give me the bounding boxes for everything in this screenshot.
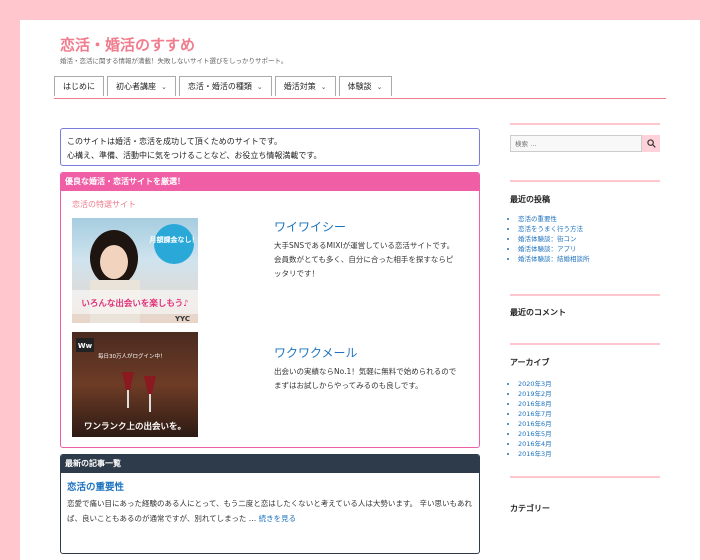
search-icon <box>646 139 656 148</box>
site-name-link[interactable]: ワクワクメール <box>274 344 474 361</box>
recent-post-link[interactable]: 恋活の重要性 <box>518 214 590 224</box>
main-content: このサイトは婚活・恋活を成功して頂くためのサイトです。 心構え、準備、活動中に気… <box>60 128 480 554</box>
banner-illustration: 月額課金なし！ いろんな出会いを楽しもう♪ YYC <box>72 224 199 323</box>
archives-title: アーカイブ <box>510 358 550 367</box>
chevron-down-icon: ⌄ <box>161 82 167 91</box>
desc-line: 出会いの実績ならNo.1！気軽に無料で始められるので <box>274 367 457 376</box>
recent-post-link[interactable]: 婚活体験談：結婚相談所 <box>518 254 590 264</box>
recent-posts-list: 恋活の重要性 恋活をうまく行う方法 婚活体験談：街コン 婚活体験談：アプリ 婚活… <box>510 214 590 264</box>
recent-post-link[interactable]: 婚活体験談：アプリ <box>518 244 590 254</box>
divider <box>510 180 660 182</box>
archive-link[interactable]: 2016年7月 <box>518 409 552 419</box>
nav-label: 体験談 <box>347 81 372 91</box>
archive-link[interactable]: 2016年4月 <box>518 439 552 449</box>
recent-post-link[interactable]: 恋活をうまく行う方法 <box>518 224 590 234</box>
nav-item-beginner[interactable]: 初心者講座 ⌄ <box>107 76 176 96</box>
chevron-down-icon: ⌄ <box>256 82 263 91</box>
read-more-link[interactable]: 続きを見る <box>259 514 297 523</box>
nav-label: 恋活・婚活の種類 <box>187 81 252 91</box>
nav-item-measures[interactable]: 婚活対策 ⌄ <box>274 76 336 96</box>
banner-logo: Ww <box>78 342 93 350</box>
intro-box: このサイトは婚活・恋活を成功して頂くためのサイトです。 心構え、準備、活動中に気… <box>60 128 480 166</box>
nav-item-hajimeni[interactable]: はじめに <box>54 76 104 96</box>
search-input[interactable] <box>510 135 642 152</box>
archives-list: 2020年3月 2019年2月 2016年8月 2016年7月 2016年6月 … <box>510 379 552 459</box>
intro-line: このサイトは婚活・恋活を成功して頂くためのサイトです。 <box>67 137 282 146</box>
nav-item-types[interactable]: 恋活・婚活の種類 ⌄ <box>178 76 272 96</box>
archive-link[interactable]: 2016年8月 <box>518 399 552 409</box>
desc-line: 大手SNSであるMIXIが運営している恋活サイトです。 <box>274 241 455 250</box>
featured-heading: 優良な婚活・恋活サイトを厳選！ <box>61 173 479 191</box>
site-description: 大手SNSであるMIXIが運営している恋活サイトです。 会員数がとても多く、自分… <box>274 239 474 281</box>
recent-comments-title: 最近のコメント <box>510 308 566 317</box>
search-button[interactable] <box>642 135 660 152</box>
divider <box>510 123 660 125</box>
site-banner-image[interactable]: Ww 毎日30万人がログイン中！ ワンランク上の出会いを。 <box>72 332 198 437</box>
nav-label: 婚活対策 <box>283 81 316 91</box>
post-excerpt: 恋愛で痛い目にあった経験のある人にとって、もう二度と恋はしたくないと考えている人… <box>67 496 473 526</box>
nav-label: 初心者講座 <box>116 81 156 91</box>
site-tagline: 婚活・恋活に関する情報が満載！失敗しないサイト選びをしっかりサポート。 <box>60 57 288 65</box>
intro-line: 心構え、準備、活動中に気をつけることなど、お役立ち情報満載です。 <box>67 151 322 160</box>
banner-logo: YYC <box>174 315 190 323</box>
banner-text: ワンランク上の出会いを。 <box>84 421 186 432</box>
divider <box>510 343 660 345</box>
nav-item-experiences[interactable]: 体験談 ⌄ <box>338 76 392 96</box>
banner-badge: 毎日30万人がログイン中！ <box>98 352 166 360</box>
banner-text: いろんな出会いを楽しもう♪ <box>81 298 188 309</box>
chevron-down-icon: ⌄ <box>320 82 327 91</box>
featured-sites-box: 優良な婚活・恋活サイトを厳選！ 恋活の特選サイト 月額課金なし！ いろんな出会い… <box>60 172 480 448</box>
recent-posts-title: 最近の投稿 <box>510 195 550 204</box>
desc-line: まずはお試しからやってみるのも良しです。 <box>274 381 423 390</box>
site-info: ワクワクメール 出会いの実績ならNo.1！気軽に無料で始められるので まずはお試… <box>274 332 474 437</box>
archive-link[interactable]: 2016年5月 <box>518 429 552 439</box>
desc-line: 会員数がとても多く、自分に合った相手を探すならピ <box>274 255 454 264</box>
site-info: ワイワイシー 大手SNSであるMIXIが運営している恋活サイトです。 会員数がと… <box>274 218 474 323</box>
divider <box>510 476 660 478</box>
recent-post-link[interactable]: 婚活体験談：街コン <box>518 234 590 244</box>
page: 恋活・婚活のすすめ 婚活・恋活に関する情報が満載！失敗しないサイト選びをしっかり… <box>20 20 700 560</box>
search-form <box>510 135 660 152</box>
post-title-link[interactable]: 恋活の重要性 <box>67 479 479 493</box>
nav-label: はじめに <box>63 81 95 91</box>
latest-posts-box: 最新の記事一覧 恋活の重要性 恋愛で痛い目にあった経験のある人にとって、もう二度… <box>60 454 480 554</box>
divider <box>510 294 660 296</box>
archive-link[interactable]: 2020年3月 <box>518 379 552 389</box>
chevron-down-icon: ⌄ <box>376 82 383 91</box>
featured-subheading: 恋活の特選サイト <box>72 200 136 209</box>
featured-site: Ww 毎日30万人がログイン中！ ワンランク上の出会いを。 ワクワクメール 出会… <box>61 332 479 437</box>
archive-link[interactable]: 2016年6月 <box>518 419 552 429</box>
banner-badge: 月額課金なし！ <box>149 235 199 244</box>
categories-title: カテゴリー <box>510 504 550 513</box>
featured-site: 月額課金なし！ いろんな出会いを楽しもう♪ YYC ワイワイシー 大手SNSであ… <box>61 218 479 323</box>
site-name-link[interactable]: ワイワイシー <box>274 218 474 235</box>
archive-link[interactable]: 2016年3月 <box>518 449 552 459</box>
latest-heading: 最新の記事一覧 <box>61 455 479 473</box>
banner-illustration: Ww 毎日30万人がログイン中！ ワンランク上の出会いを。 <box>76 338 186 432</box>
main-nav: はじめに 初心者講座 ⌄ 恋活・婚活の種類 ⌄ 婚活対策 ⌄ 体験談 ⌄ <box>54 76 666 99</box>
site-title[interactable]: 恋活・婚活のすすめ <box>60 34 195 55</box>
site-banner-image[interactable]: 月額課金なし！ いろんな出会いを楽しもう♪ YYC <box>72 218 198 323</box>
site-description: 出会いの実績ならNo.1！気軽に無料で始められるので まずはお試しからやってみる… <box>274 365 474 393</box>
archive-link[interactable]: 2019年2月 <box>518 389 552 399</box>
desc-line: ッタリです！ <box>274 269 319 278</box>
